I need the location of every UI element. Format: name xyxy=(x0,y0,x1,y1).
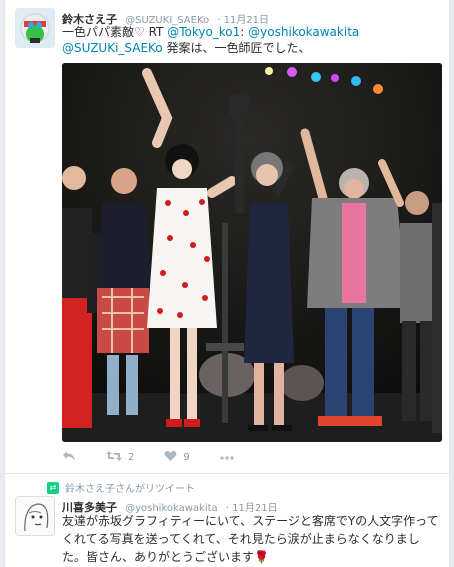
text-part: : xyxy=(240,25,249,39)
mention-link[interactable]: @yoshikokawakita xyxy=(248,25,359,39)
retweet-banner-text[interactable]: 鈴木さえ子さんがリツイート xyxy=(65,480,195,495)
more-icon xyxy=(220,452,234,463)
retweet-button[interactable]: 2 xyxy=(106,450,134,465)
mention-link[interactable]: @SUZUKi_SAEKo xyxy=(62,41,163,55)
heart-icon xyxy=(164,450,177,465)
retweet-banner: ⇄ 鈴木さえ子さんがリツイート xyxy=(47,480,195,495)
text-part: 発案は、一色師匠でした、 xyxy=(162,41,311,55)
more-button[interactable] xyxy=(220,452,234,463)
timeline-frame: 鈴木さえ子 @SUZUKI_SAEKo · 11月21日 一色パパ素敵♡ RT … xyxy=(4,0,450,567)
avatar[interactable] xyxy=(15,496,55,536)
retweet-count: 2 xyxy=(128,452,135,463)
retweet-icon xyxy=(106,450,122,465)
avatar[interactable] xyxy=(15,8,55,48)
tweet-text: 友達が赤坂グラフィティーにいて、ステージと客席でYの人文字作ってくれてる写真を送… xyxy=(62,514,439,564)
tweet[interactable]: 鈴木さえ子 @SUZUKI_SAEKo · 11月21日 一色パパ素敵♡ RT … xyxy=(5,0,449,474)
like-count: 9 xyxy=(183,452,190,463)
retweet-icon: ⇄ xyxy=(47,481,59,494)
mention-link[interactable]: @Tokyo_ko1 xyxy=(167,25,240,39)
reply-icon xyxy=(62,450,76,465)
text-part: 一色パパ素敵♡ RT xyxy=(62,25,168,39)
tweet-photo[interactable] xyxy=(62,63,442,442)
reply-button[interactable] xyxy=(62,450,76,465)
like-button[interactable]: 9 xyxy=(164,450,190,465)
tweet-text: 一色パパ素敵♡ RT @Tokyo_ko1: @yoshikokawakita … xyxy=(62,24,442,56)
tweet-actions: 2 9 xyxy=(62,450,264,465)
